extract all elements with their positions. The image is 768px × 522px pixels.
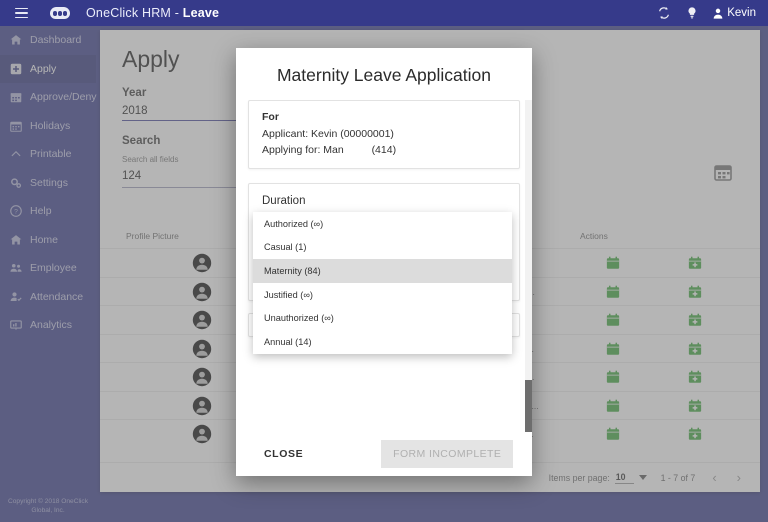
applying-for-line: Applying for: Man (414) — [262, 144, 506, 156]
user-menu[interactable]: Kevin — [713, 7, 756, 19]
applying-for-count: (414) — [371, 144, 397, 156]
app-root: Apply Year 2018 Search Search all fields… — [0, 0, 768, 522]
for-heading: For — [262, 111, 279, 123]
dialog-body: For Applicant: Kevin (00000001) Applying… — [236, 100, 532, 432]
hamburger-icon[interactable] — [8, 7, 34, 19]
person-icon — [713, 8, 723, 19]
top-bar: OneClick HRM - Leave Kevin — [0, 0, 768, 26]
applicant-line: Applicant: Kevin (00000001) — [262, 128, 394, 140]
sync-refresh-icon[interactable] — [657, 6, 671, 20]
close-button[interactable]: CLOSE — [250, 440, 317, 468]
app-section: Leave — [182, 6, 220, 20]
dropdown-option[interactable]: Annual (14) — [253, 330, 512, 354]
dialog-scrollbar-track[interactable] — [525, 100, 532, 432]
dialog-footer: CLOSE FORM INCOMPLETE — [236, 432, 532, 476]
dropdown-option[interactable]: Unauthorized (∞) — [253, 306, 512, 330]
lightbulb-icon[interactable] — [685, 6, 699, 20]
dropdown-option[interactable]: Maternity (84) — [253, 259, 512, 283]
dropdown-option[interactable]: Authorized (∞) — [253, 212, 512, 236]
submit-button: FORM INCOMPLETE — [381, 440, 514, 468]
page-title-header: OneClick HRM - Leave — [86, 6, 219, 20]
dropdown-option[interactable]: Justified (∞) — [253, 283, 512, 307]
user-name: Kevin — [727, 7, 756, 19]
for-card: For Applicant: Kevin (00000001) Applying… — [248, 100, 520, 169]
dialog-title: Maternity Leave Application — [276, 65, 492, 85]
leave-type-dropdown[interactable]: Authorized (∞) Casual (1) Maternity (84) Ju… — [253, 212, 512, 354]
duration-heading: Duration — [262, 195, 306, 207]
dropdown-option[interactable]: Casual (1) — [253, 236, 512, 260]
top-bar-actions: Kevin — [657, 6, 756, 20]
dialog-scrollbar-thumb[interactable] — [525, 380, 532, 432]
cloud-logo-icon — [48, 5, 72, 21]
applying-for-type: Applying for: Man — [262, 144, 344, 156]
maternity-leave-dialog: Maternity Leave Application For Applican… — [236, 48, 532, 476]
app-name: OneClick HRM - — [86, 6, 183, 20]
